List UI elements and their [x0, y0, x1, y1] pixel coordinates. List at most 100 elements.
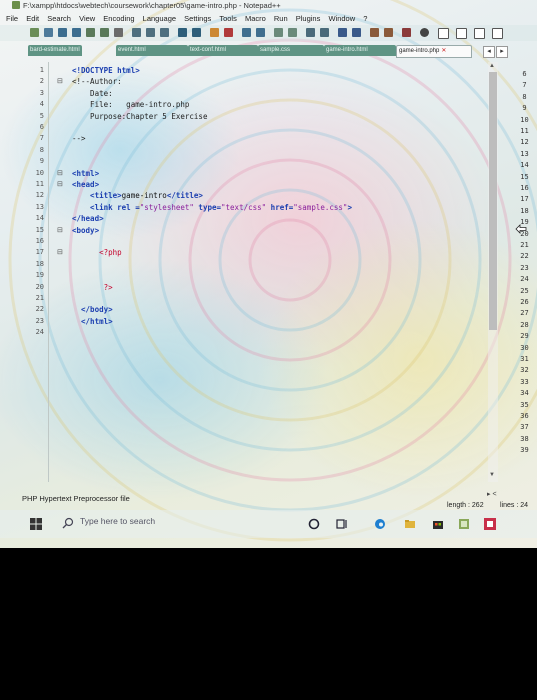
tab-scroll-right-icon[interactable]: ▸	[496, 46, 508, 58]
side-line-number: 36	[520, 412, 529, 420]
fold-toggle-icon[interactable]: ⊟	[57, 226, 63, 234]
menu-help[interactable]: ?	[363, 12, 367, 25]
menu-tools[interactable]: Tools	[219, 12, 237, 25]
cortana-icon[interactable]	[308, 518, 320, 530]
fold-toggle-icon[interactable]: ⊟	[57, 180, 63, 188]
menu-window[interactable]: Window	[328, 12, 355, 25]
close-file-icon[interactable]	[86, 28, 95, 37]
language-icon[interactable]	[352, 28, 361, 37]
scroll-up-icon[interactable]: ▲	[489, 63, 495, 69]
code-line[interactable]: <!--Author:	[72, 77, 122, 86]
line-number: 18	[35, 259, 44, 268]
menu-edit[interactable]: Edit	[26, 12, 39, 25]
word-wrap-icon[interactable]	[306, 28, 315, 37]
notepadpp-taskbar-icon[interactable]	[458, 518, 470, 530]
office-app-icon[interactable]	[484, 518, 496, 530]
store-icon[interactable]	[432, 518, 444, 530]
zoom-out-icon[interactable]	[256, 28, 265, 37]
code-line[interactable]: Date:	[72, 89, 113, 98]
menu-macro[interactable]: Macro	[245, 12, 266, 25]
file-explorer-icon[interactable]	[404, 518, 416, 530]
run-macro-multiple-icon[interactable]	[474, 28, 485, 39]
print-icon[interactable]	[114, 28, 123, 37]
line-number: 11	[35, 180, 44, 188]
code-line[interactable]: <head>	[72, 180, 99, 189]
code-line[interactable]: </head>	[72, 214, 104, 223]
scrollbar-thumb[interactable]	[489, 72, 497, 330]
search-icon[interactable]	[62, 517, 74, 529]
find-icon[interactable]	[210, 28, 219, 37]
play-macro-icon[interactable]	[456, 28, 467, 39]
vertical-scrollbar[interactable]: ▲ ▼	[488, 62, 498, 482]
tab-event[interactable]: event.html	[116, 45, 188, 56]
tab-text-conf[interactable]: text-conf.html	[188, 45, 258, 56]
window-title: F:\xampp\htdocs\webtech\coursework\chapt…	[23, 1, 281, 10]
replace-icon[interactable]	[224, 28, 233, 37]
menu-bar: File Edit Search View Encoding Language …	[0, 12, 537, 25]
close-all-icon[interactable]	[100, 28, 109, 37]
all-characters-icon[interactable]	[320, 28, 329, 37]
code-line[interactable]: <body>	[72, 226, 99, 235]
code-line[interactable]: Purpose:Chapter 5 Exercise	[72, 112, 207, 121]
code-line[interactable]: <link rel ="stylesheet" type="text/css" …	[72, 203, 352, 212]
indent-guide-icon[interactable]	[338, 28, 347, 37]
code-line[interactable]: <!DOCTYPE html>	[72, 66, 140, 75]
zoom-in-icon[interactable]	[242, 28, 251, 37]
fold-toggle-icon[interactable]: ⊟	[57, 169, 63, 177]
sync-vertical-icon[interactable]	[274, 28, 283, 37]
menu-settings[interactable]: Settings	[184, 12, 211, 25]
taskbar-search-input[interactable]: Type here to search	[80, 516, 155, 526]
new-file-icon[interactable]	[30, 28, 39, 37]
fold-toggle-icon[interactable]: ⊟	[57, 248, 63, 256]
tab-game-intro-html[interactable]: game-intro.html	[324, 45, 396, 56]
record-macro-icon[interactable]	[420, 28, 429, 37]
menu-view[interactable]: View	[79, 12, 95, 25]
code-line[interactable]: <html>	[72, 169, 99, 178]
side-line-number: 27	[520, 309, 529, 318]
save-macro-icon[interactable]	[492, 28, 503, 39]
code-token: "sample.css"	[293, 202, 348, 212]
code-line[interactable]: File: game-intro.php	[72, 100, 189, 109]
code-line[interactable]: </html>	[72, 317, 113, 326]
code-token: -->	[72, 134, 86, 144]
menu-run[interactable]: Run	[274, 12, 288, 25]
open-file-icon[interactable]	[44, 28, 53, 37]
code-line[interactable]: </body>	[72, 305, 113, 314]
close-tab-icon[interactable]: ✕	[441, 46, 446, 57]
code-line[interactable]: -->	[72, 134, 86, 143]
copy-icon[interactable]	[146, 28, 155, 37]
edge-browser-icon[interactable]	[374, 518, 386, 530]
task-view-icon[interactable]	[336, 518, 348, 530]
sync-horizontal-icon[interactable]	[288, 28, 297, 37]
scroll-down-icon[interactable]: ▼	[489, 472, 495, 478]
tab-scroll-left-icon[interactable]: ◂	[483, 46, 495, 58]
paste-icon[interactable]	[160, 28, 169, 37]
code-editor[interactable]: <!DOCTYPE html> <!--Author: Date: File: g…	[72, 62, 482, 482]
menu-encoding[interactable]: Encoding	[103, 12, 134, 25]
save-icon[interactable]	[58, 28, 67, 37]
stop-macro-icon[interactable]	[438, 28, 449, 39]
code-line[interactable]: <?php	[72, 248, 122, 257]
side-line-number: 33	[520, 377, 529, 386]
save-all-icon[interactable]	[72, 28, 81, 37]
doc-map-icon[interactable]	[370, 28, 379, 37]
tab-bard-estimate[interactable]: bard-estimate.html	[28, 45, 82, 56]
undo-icon[interactable]	[178, 28, 187, 37]
horizontal-scroll-arrows-icon[interactable]: ▸ <	[487, 490, 497, 498]
code-line[interactable]: ?>	[72, 283, 113, 292]
code-line[interactable]: <title>game-intro</title>	[72, 191, 203, 200]
tab-sample-css[interactable]: sample.css	[258, 45, 324, 56]
menu-plugins[interactable]: Plugins	[296, 12, 321, 25]
redo-icon[interactable]	[192, 28, 201, 37]
cut-icon[interactable]	[132, 28, 141, 37]
windows-start-icon[interactable]	[30, 518, 42, 530]
side-line-number: 26	[520, 298, 529, 306]
menu-search[interactable]: Search	[47, 12, 71, 25]
function-list-icon[interactable]	[384, 28, 393, 37]
menu-file[interactable]: File	[6, 12, 18, 25]
menu-language[interactable]: Language	[143, 12, 176, 25]
fold-toggle-icon[interactable]: ⊟	[57, 77, 63, 85]
tab-game-intro-php[interactable]: game-intro.php ✕	[396, 45, 472, 58]
code-token: <!DOCTYPE html>	[72, 66, 140, 75]
folder-workspace-icon[interactable]	[402, 28, 411, 37]
